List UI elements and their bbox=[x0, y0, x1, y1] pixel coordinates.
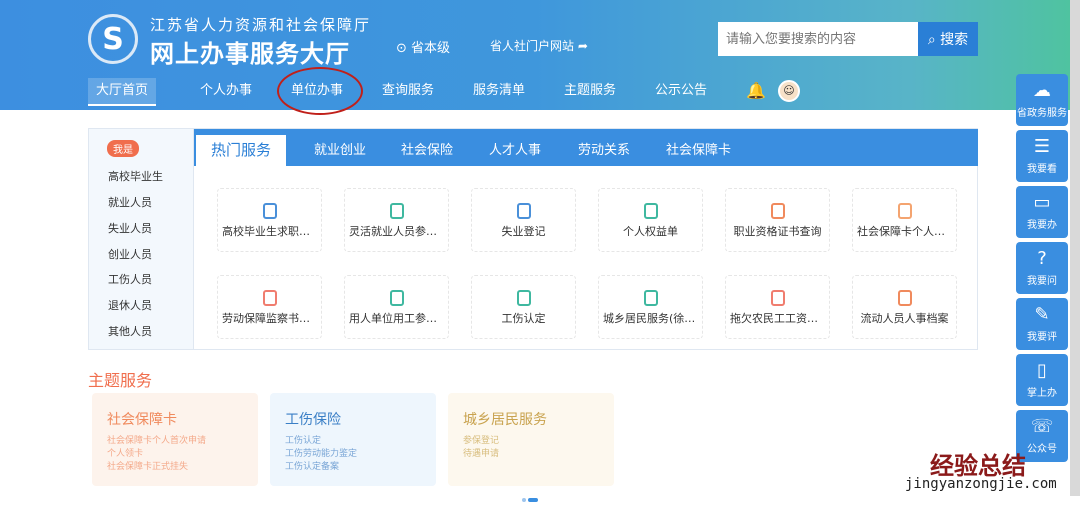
search-bar: ⌕ 搜索 bbox=[718, 22, 978, 56]
search-button[interactable]: ⌕ 搜索 bbox=[918, 22, 978, 56]
service-card[interactable]: 职业资格证书查询 bbox=[725, 188, 830, 252]
org-name: 江苏省人力资源和社会保障厅 bbox=[150, 16, 372, 34]
float-icon: ☁ bbox=[1033, 80, 1051, 101]
tab-card[interactable]: 社会保障卡 bbox=[666, 139, 731, 158]
sidebar-item[interactable]: 工伤人员 bbox=[108, 271, 152, 287]
theme-link[interactable]: 参保登记 bbox=[463, 435, 599, 448]
sidebar-item[interactable]: 退休人员 bbox=[108, 297, 152, 313]
nav-query[interactable]: 查询服务 bbox=[382, 78, 434, 104]
service-icon bbox=[516, 203, 531, 219]
service-card[interactable]: 灵活就业人员参保登记 bbox=[344, 188, 449, 252]
bell-icon[interactable]: 🔔 bbox=[746, 81, 766, 100]
portal-link[interactable]: 省人社门户网站 ➦ bbox=[490, 37, 588, 54]
sidebar-item[interactable]: 就业人员 bbox=[108, 194, 152, 210]
theme-card-social-card[interactable]: 社会保障卡 社会保障卡个人首次申请 个人领卡 社会保障卡正式挂失 bbox=[92, 393, 258, 486]
tab-labor[interactable]: 劳动关系 bbox=[578, 139, 630, 158]
tab-insurance[interactable]: 社会保险 bbox=[401, 139, 453, 158]
share-arrow-icon: ➦ bbox=[574, 39, 588, 53]
nav-service-list[interactable]: 服务清单 bbox=[473, 78, 525, 104]
service-icon bbox=[389, 203, 404, 219]
float-button[interactable]: ▯ 掌上办 bbox=[1016, 354, 1068, 406]
service-icon bbox=[897, 203, 912, 219]
sidebar-item[interactable]: 其他人员 bbox=[108, 323, 152, 339]
theme-link[interactable]: 社会保障卡个人首次申请 bbox=[107, 435, 243, 448]
watermark-url: jingyanzongjie.com bbox=[905, 476, 1057, 492]
service-card[interactable]: 劳动保障监察书面投诉 bbox=[217, 275, 322, 339]
float-icon: ☏ bbox=[1030, 416, 1054, 437]
role-badge: 我是 bbox=[107, 140, 139, 157]
service-card[interactable]: 失业登记 bbox=[471, 188, 576, 252]
nav-home[interactable]: 大厅首页 bbox=[88, 78, 157, 106]
theme-card-injury[interactable]: 工伤保险 工伤认定 工伤劳动能力鉴定 工伤认定备案 bbox=[270, 393, 436, 486]
service-card[interactable]: 高校毕业生求职登记 bbox=[217, 188, 322, 252]
float-icon: ? bbox=[1037, 248, 1047, 269]
theme-link[interactable]: 工伤认定备案 bbox=[285, 461, 421, 474]
search-input[interactable] bbox=[718, 22, 918, 56]
float-button[interactable]: ✎ 我要评 bbox=[1016, 298, 1068, 350]
float-icon: ☰ bbox=[1033, 136, 1051, 157]
theme-link[interactable]: 工伤认定 bbox=[285, 435, 421, 448]
theme-link[interactable]: 个人领卡 bbox=[107, 448, 243, 461]
service-icon bbox=[897, 290, 912, 306]
nav-notice[interactable]: 公示公告 bbox=[655, 78, 707, 104]
nav-personal[interactable]: 个人办事 bbox=[200, 78, 252, 104]
float-button[interactable]: ☁ 省政务服务 bbox=[1016, 74, 1068, 126]
carousel-dot[interactable] bbox=[528, 498, 538, 502]
avatar[interactable]: ☺ bbox=[778, 80, 800, 102]
sidebar-item[interactable]: 创业人员 bbox=[108, 246, 152, 262]
nav-theme[interactable]: 主题服务 bbox=[564, 78, 616, 104]
service-card[interactable]: 个人权益单 bbox=[598, 188, 703, 252]
user-type-sidebar: 我是 高校毕业生 就业人员 失业人员 创业人员 工伤人员 退休人员 其他人员 bbox=[89, 129, 194, 349]
service-card[interactable]: 流动人员人事档案 bbox=[852, 275, 957, 339]
service-icon bbox=[643, 290, 658, 306]
logo[interactable]: S bbox=[88, 14, 138, 64]
service-card[interactable]: 工伤认定 bbox=[471, 275, 576, 339]
tab-employment[interactable]: 就业创业 bbox=[314, 139, 366, 158]
service-icon bbox=[643, 203, 658, 219]
float-button[interactable]: ☰ 我要看 bbox=[1016, 130, 1068, 182]
service-icon bbox=[262, 203, 277, 219]
float-icon: ▭ bbox=[1033, 192, 1051, 213]
scrollbar[interactable] bbox=[1070, 0, 1080, 496]
tab-talent[interactable]: 人才人事 bbox=[489, 139, 541, 158]
carousel-dot[interactable] bbox=[522, 498, 526, 502]
service-icon bbox=[770, 203, 785, 219]
float-button[interactable]: ▭ 我要办 bbox=[1016, 186, 1068, 238]
service-icon bbox=[516, 290, 531, 306]
float-icon: ▯ bbox=[1037, 360, 1047, 381]
service-icon bbox=[262, 290, 277, 306]
service-card[interactable]: 用人单位用工参保登记 bbox=[344, 275, 449, 339]
float-icon: ✎ bbox=[1034, 304, 1050, 325]
service-icon bbox=[770, 290, 785, 306]
theme-card-resident[interactable]: 城乡居民服务 参保登记 待遇申请 bbox=[448, 393, 614, 486]
site-title: 网上办事服务大厅 bbox=[150, 40, 350, 68]
red-highlight-circle bbox=[277, 67, 363, 115]
service-icon bbox=[389, 290, 404, 306]
sidebar-item[interactable]: 失业人员 bbox=[108, 220, 152, 236]
tab-hot[interactable]: 热门服务 bbox=[196, 135, 287, 166]
service-tabs: 热门服务 就业创业 社会保险 人才人事 劳动关系 社会保障卡 bbox=[194, 129, 978, 166]
theme-link[interactable]: 工伤劳动能力鉴定 bbox=[285, 448, 421, 461]
service-card[interactable]: 拖欠农民工工资线索 bbox=[725, 275, 830, 339]
carousel-dots[interactable] bbox=[522, 491, 540, 505]
location-selector[interactable]: ⊙ 省本级 bbox=[396, 37, 450, 56]
service-card[interactable]: 城乡居民服务(徐州) bbox=[598, 275, 703, 339]
float-button[interactable]: ? 我要问 bbox=[1016, 242, 1068, 294]
sidebar-item[interactable]: 高校毕业生 bbox=[108, 168, 163, 184]
service-card[interactable]: 社会保障卡个人首次申领 bbox=[852, 188, 957, 252]
theme-heading: 主题服务 bbox=[88, 371, 153, 390]
header: S 江苏省人力资源和社会保障厅 网上办事服务大厅 ⊙ 省本级 省人社门户网站 ➦… bbox=[0, 0, 1070, 115]
search-icon: ⌕ bbox=[927, 32, 941, 48]
service-panel: 我是 高校毕业生 就业人员 失业人员 创业人员 工伤人员 退休人员 其他人员 热… bbox=[88, 128, 978, 350]
theme-link[interactable]: 社会保障卡正式挂失 bbox=[107, 461, 243, 474]
theme-link[interactable]: 待遇申请 bbox=[463, 448, 599, 461]
location-pin-icon: ⊙ bbox=[396, 41, 412, 56]
